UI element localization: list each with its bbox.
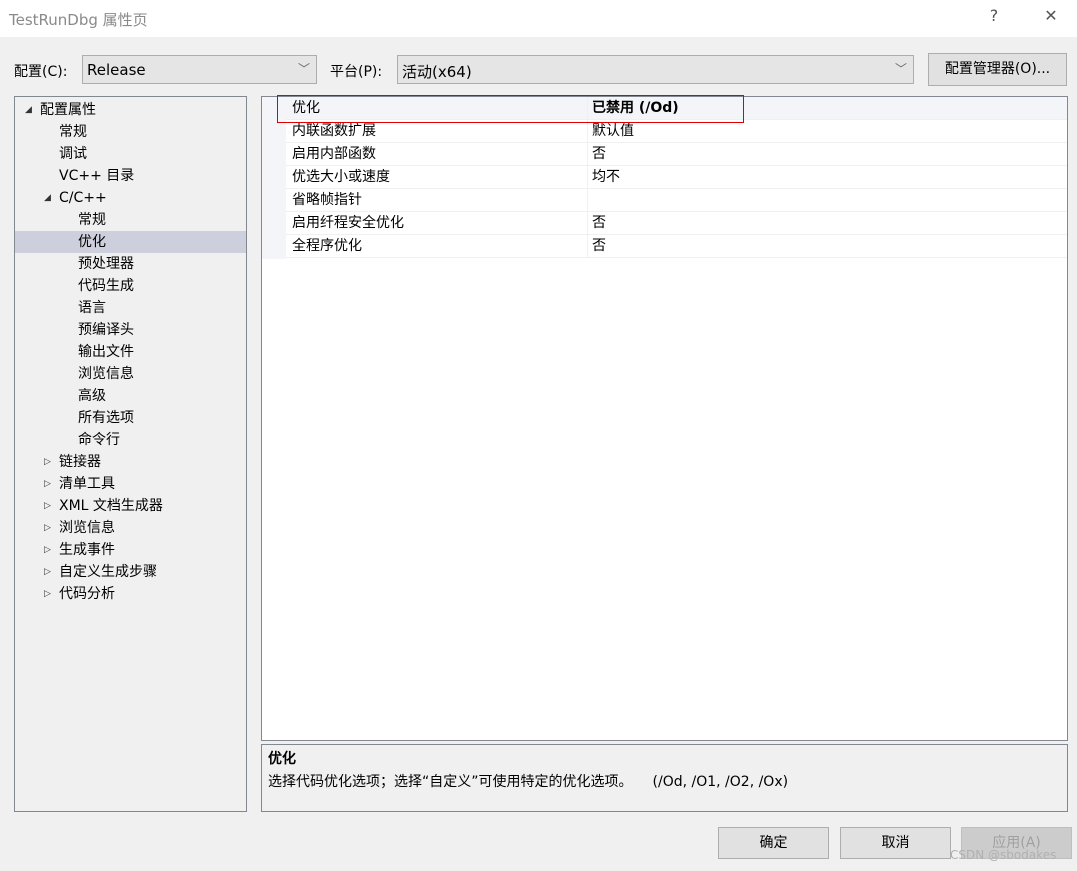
tree-item[interactable]: 常规	[15, 209, 246, 231]
tree-item[interactable]: ▷ 清单工具	[15, 473, 246, 495]
expand-arrow-icon[interactable]: ▷	[44, 495, 51, 517]
collapse-arrow-icon[interactable]: ◢	[44, 187, 51, 209]
property-name: 优选大小或速度	[292, 169, 390, 185]
platform-label: 平台(P):	[330, 64, 383, 80]
tree-item-label: 代码分析	[59, 586, 115, 602]
config-select[interactable]: Release ﹀	[82, 55, 317, 84]
property-value[interactable]: 默认值	[587, 120, 1067, 142]
tree-item-label: 高级	[78, 388, 106, 404]
tree-item-label: 输出文件	[78, 344, 134, 360]
tree-item[interactable]: 代码生成	[15, 275, 246, 297]
tree-item-label: 语言	[78, 300, 106, 316]
tree-item[interactable]: 常规	[15, 121, 246, 143]
tree-item-label: 生成事件	[59, 542, 115, 558]
expand-arrow-icon[interactable]: ▷	[44, 517, 51, 539]
property-row[interactable]: 启用纤程安全优化 否	[286, 212, 1067, 235]
config-value: Release	[87, 61, 146, 79]
tree-item-label: 代码生成	[78, 278, 134, 294]
tree-item-label: 链接器	[59, 454, 101, 470]
tree-item-label: 所有选项	[78, 410, 134, 426]
expand-arrow-icon[interactable]: ▷	[44, 451, 51, 473]
tree-item-label: 浏览信息	[59, 520, 115, 536]
tree-item-label: 命令行	[78, 432, 120, 448]
description-panel: 优化 选择代码优化选项；选择“自定义”可使用特定的优化选项。 (/Od, /O1,…	[261, 744, 1068, 812]
tree-item[interactable]: 所有选项	[15, 407, 246, 429]
description-text: 选择代码优化选项；选择“自定义”可使用特定的优化选项。	[268, 774, 633, 790]
chevron-down-icon: ﹀	[297, 62, 310, 76]
tree-item-label: 调试	[59, 146, 87, 162]
collapse-arrow-icon[interactable]: ◢	[25, 99, 32, 121]
config-manager-button[interactable]: 配置管理器(O)...	[928, 53, 1067, 86]
window-title: TestRunDbg 属性页	[9, 11, 148, 29]
expand-arrow-icon[interactable]: ▷	[44, 473, 51, 495]
property-value[interactable]: 否	[587, 143, 1067, 165]
tree-item[interactable]: ▷ 生成事件	[15, 539, 246, 561]
property-name: 全程序优化	[292, 238, 362, 254]
description-switches: (/Od, /O1, /O2, /Ox)	[652, 774, 789, 790]
tree-item[interactable]: ▷ 自定义生成步骤	[15, 561, 246, 583]
tree-item[interactable]: 语言	[15, 297, 246, 319]
ok-button[interactable]: 确定	[718, 827, 829, 859]
property-value[interactable]: 否	[587, 212, 1067, 234]
tree-item-label: 预编译头	[78, 322, 134, 338]
tree-item[interactable]: ◢ C/C++	[15, 187, 246, 209]
property-row[interactable]: 优选大小或速度 均不	[286, 166, 1067, 189]
tree-item-label: VC++ 目录	[59, 168, 135, 184]
expand-arrow-icon[interactable]: ▷	[44, 539, 51, 561]
tree-item-label: 清单工具	[59, 476, 115, 492]
property-value[interactable]: 均不	[587, 166, 1067, 188]
property-name: 内联函数扩展	[292, 123, 376, 139]
title-bar: TestRunDbg 属性页 ? ✕	[0, 0, 1077, 37]
config-label: 配置(C):	[14, 64, 68, 80]
tree-item[interactable]: ◢ 配置属性	[15, 99, 246, 121]
tree-item-label: 常规	[78, 212, 106, 228]
tree-item[interactable]: ▷ 浏览信息	[15, 517, 246, 539]
tree-item[interactable]: 浏览信息	[15, 363, 246, 385]
tree-item[interactable]: ▷ XML 文档生成器	[15, 495, 246, 517]
tree-item[interactable]: 输出文件	[15, 341, 246, 363]
description-title: 优化	[268, 751, 296, 767]
help-button[interactable]: ?	[979, 6, 1009, 25]
property-name: 启用内部函数	[292, 146, 376, 162]
tree-item-label: 浏览信息	[78, 366, 134, 382]
tree-item-label: 优化	[78, 234, 106, 250]
tree-item[interactable]: 调试	[15, 143, 246, 165]
property-name: 启用纤程安全优化	[292, 215, 404, 231]
tree-item[interactable]: 命令行	[15, 429, 246, 451]
highlight-box	[277, 95, 744, 123]
property-row[interactable]: 启用内部函数 否	[286, 143, 1067, 166]
tree-item[interactable]: ▷ 链接器	[15, 451, 246, 473]
expand-arrow-icon[interactable]: ▷	[44, 561, 51, 583]
platform-select[interactable]: 活动(x64) ﹀	[397, 55, 914, 84]
tree-item-label: 预处理器	[78, 256, 134, 272]
tree-item[interactable]: 预编译头	[15, 319, 246, 341]
property-value[interactable]	[587, 189, 1067, 211]
property-tree[interactable]: ◢ 配置属性 常规 调试 VC++ 目录 ◢ C/C++ 常规 优化 预处理器 代码生成 语言 预编译头…	[14, 96, 247, 812]
property-row[interactable]: 全程序优化 否	[286, 235, 1067, 258]
expand-arrow-icon[interactable]: ▷	[44, 583, 51, 605]
property-value[interactable]: 否	[587, 235, 1067, 257]
watermark: CSDN @sbodakes	[950, 848, 1057, 862]
tree-item[interactable]: VC++ 目录	[15, 165, 246, 187]
tree-item-label: C/C++	[59, 190, 107, 206]
cancel-button[interactable]: 取消	[840, 827, 951, 859]
tree-item-label: 自定义生成步骤	[59, 564, 157, 580]
tree-item[interactable]: ▷ 代码分析	[15, 583, 246, 605]
chevron-down-icon: ﹀	[894, 62, 907, 76]
tree-item-label: 常规	[59, 124, 87, 140]
platform-value: 活动(x64)	[402, 63, 472, 81]
tree-item-label: XML 文档生成器	[59, 498, 163, 514]
tree-item[interactable]: 高级	[15, 385, 246, 407]
tree-item[interactable]: 预处理器	[15, 253, 246, 275]
property-row[interactable]: 内联函数扩展 默认值	[286, 120, 1067, 143]
property-row[interactable]: 省略帧指针	[286, 189, 1067, 212]
property-grid[interactable]: 优化 已禁用 (/Od) 内联函数扩展 默认值 启用内部函数否优选大小或速度 均不 省略帧指…	[261, 96, 1068, 741]
tree-item-label: 配置属性	[40, 102, 96, 118]
property-name: 省略帧指针	[292, 192, 362, 208]
tree-item[interactable]: 优化	[15, 231, 246, 253]
close-button[interactable]: ✕	[1036, 6, 1066, 25]
